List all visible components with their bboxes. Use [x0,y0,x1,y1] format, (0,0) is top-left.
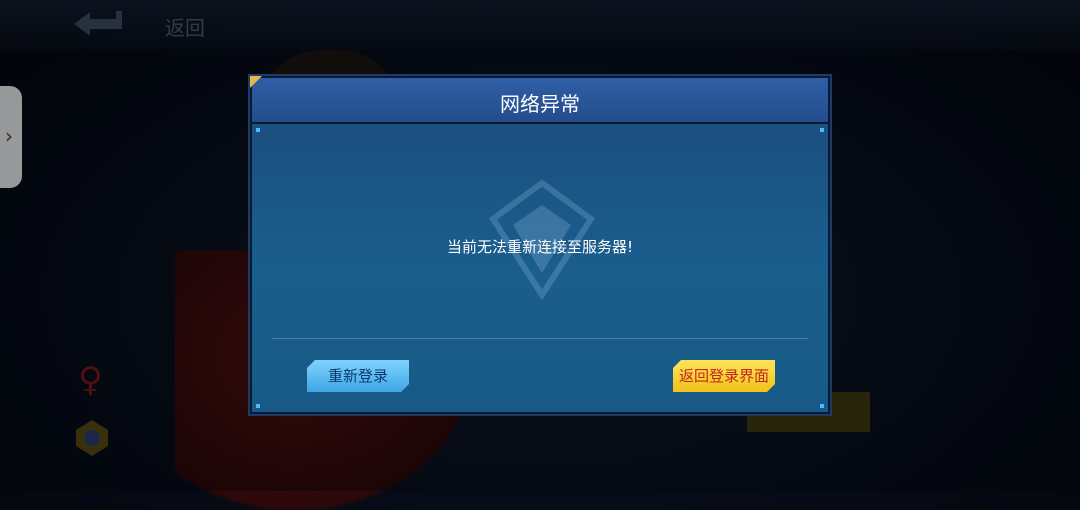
return-to-login-button[interactable]: 返回登录界面 [673,360,775,392]
dialog-title: 网络异常 [500,92,580,116]
corner-tick [256,128,260,132]
divider [272,338,808,339]
corner-accent [250,76,262,88]
network-error-dialog: 网络异常 当前无法重新连接至服务器! 重新登录 返回登录界面 [248,74,832,416]
corner-tick [820,404,824,408]
corner-tick [820,128,824,132]
error-message: 当前无法重新连接至服务器! [446,238,633,256]
relogin-button[interactable]: 重新登录 [307,360,409,392]
dialog-header: 网络异常 [252,78,828,122]
dialog-body: 当前无法重新连接至服务器! 重新登录 返回登录界面 [252,124,828,412]
corner-tick [256,404,260,408]
